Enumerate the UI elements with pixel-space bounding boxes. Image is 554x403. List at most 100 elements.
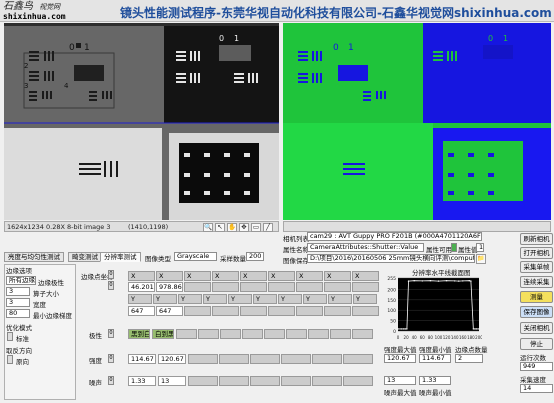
folder-icon[interactable]: 📁 <box>476 254 486 264</box>
camera-list-select[interactable]: cam29 : AVT Guppy PRO F201B (#000A470112… <box>307 232 482 241</box>
optimize-toggle[interactable] <box>7 332 13 341</box>
x-tick-label: 160 <box>459 335 467 340</box>
tab-brightness[interactable]: 亮度与均匀性测试 <box>4 252 64 262</box>
polarity-row-label: 极性 <box>89 332 102 340</box>
target-digit: 2 <box>24 62 28 70</box>
width-field[interactable]: 3 <box>6 298 30 307</box>
edge-mode-select[interactable]: 所有边缘 <box>6 276 36 285</box>
polarity-index[interactable]: 0 <box>108 329 114 338</box>
camera-image-view[interactable]: 0 1 2 3 4 0 1 <box>4 23 279 220</box>
profile-point <box>458 280 460 282</box>
coords-y-header: Y <box>203 294 227 304</box>
logo-text: 石鑫鸟 <box>3 1 33 12</box>
profile-point <box>429 280 432 282</box>
target-digit: 1 <box>348 43 354 53</box>
noise-empty-cell <box>281 376 311 386</box>
profile-point <box>402 328 405 330</box>
coords-empty-cell <box>240 306 267 316</box>
filter-width-field[interactable]: 3 <box>6 287 30 296</box>
noise-cell: 13 <box>158 376 186 386</box>
false-color-view[interactable]: 0 1 0 1 <box>283 23 551 220</box>
image-type-select[interactable]: Grayscale <box>174 252 217 261</box>
edge-count-value: 2 <box>455 354 483 363</box>
polarity-empty-cell <box>286 329 307 339</box>
coords-x-header: X <box>156 271 183 281</box>
stop-button[interactable]: 停止 <box>520 338 553 350</box>
profile-point <box>454 280 456 282</box>
coords-empty-cell <box>324 306 351 316</box>
x-tick-label: 60 <box>420 335 426 340</box>
image-status-bar: 1624x1234 0.28X 8-bit image 3 (1410,1198… <box>4 221 279 232</box>
target-digit: 3 <box>24 82 28 90</box>
grab-single-button[interactable]: 采集单帧 <box>520 261 553 273</box>
zoom-icon[interactable]: 🔍 <box>203 223 213 232</box>
coords-empty-cell <box>184 306 211 316</box>
polarity-empty-cell <box>330 329 351 339</box>
coords-x-header: X <box>212 271 239 281</box>
strength-index[interactable]: 0 <box>108 354 114 363</box>
min-strength-result-label: 强度最小值 <box>419 346 452 354</box>
tab-resolution[interactable]: 分辨率测试 <box>100 252 141 262</box>
line-icon[interactable]: ╱ <box>263 223 273 232</box>
pan-icon[interactable]: ✥ <box>239 223 249 232</box>
coords-index[interactable]: 0 <box>108 281 114 290</box>
coords-x-header: X <box>128 271 155 281</box>
edge-options-label: 边缘选项 <box>6 267 32 275</box>
refresh-camera-button[interactable]: 刷新相机 <box>520 233 553 245</box>
coords-empty-cell <box>352 282 379 292</box>
optimize-label: 优化模式 <box>6 324 32 332</box>
coords-empty-cell <box>212 282 239 292</box>
coords-empty-cell <box>240 282 267 292</box>
sample-count-field[interactable]: 200 <box>246 252 264 261</box>
direction-toggle[interactable] <box>7 355 13 364</box>
min-strength-label: 最小边缘梯度 <box>33 312 72 320</box>
direction-value: 原向 <box>16 358 29 366</box>
save-image-button[interactable]: 保存图像 <box>520 306 553 318</box>
save-path-label: 图像保存 <box>283 257 309 265</box>
attr-value-field[interactable]: 10 <box>476 243 484 252</box>
profile-point <box>475 328 478 330</box>
noise-index[interactable]: 0 <box>108 376 114 385</box>
target-digit: 0 <box>69 43 75 53</box>
profile-point <box>478 328 480 330</box>
coords-x-header: X <box>296 271 323 281</box>
run-count-value: 949 <box>520 362 553 371</box>
target-digit: 4 <box>64 82 69 90</box>
y-tick-label: 150 <box>387 298 396 304</box>
strength-empty-cell <box>250 354 280 364</box>
x-tick-label: 80 <box>428 335 434 340</box>
target-digit: 0 <box>333 43 339 53</box>
hand-icon[interactable]: ✋ <box>227 223 237 232</box>
camera-image: 0 1 2 3 4 0 1 <box>4 23 279 220</box>
filter-width-label: 算子大小 <box>33 290 59 298</box>
x-tick-label: 140 <box>451 335 459 340</box>
attr-name-field[interactable]: CameraAttributes::Shutter::Value <box>307 243 424 252</box>
coords-y-header: Y <box>178 294 202 304</box>
continuous-grab-button[interactable]: 连续采集 <box>520 276 553 288</box>
coords-x-header: X <box>268 271 295 281</box>
coords-index[interactable]: 0 <box>108 270 114 279</box>
coords-empty-cell <box>324 282 351 292</box>
sample-count-label: 采样数量 <box>220 255 246 263</box>
rect-icon[interactable]: ▭ <box>251 223 261 232</box>
polarity-label: 边缘极性 <box>38 279 64 287</box>
noise-empty-cell <box>250 376 280 386</box>
tab-distortion[interactable]: 畸变测试 <box>68 252 102 262</box>
profile-point <box>400 328 402 330</box>
profile-point <box>472 328 475 330</box>
coords-x-header: X <box>324 271 351 281</box>
polarity-cell: 白到黑 <box>152 329 174 339</box>
save-path-field[interactable]: D:\项目\2016\20160506 25mm镜头横向评测\computar\ <box>307 254 475 263</box>
open-camera-button[interactable]: 打开相机 <box>520 247 553 259</box>
target-digit: 1 <box>503 34 508 43</box>
coords-y-value: 647 <box>128 306 155 316</box>
select-icon[interactable]: ↖ <box>215 223 225 232</box>
measure-button[interactable]: 测量 <box>520 291 553 303</box>
min-strength-field[interactable]: 80 <box>6 309 30 318</box>
coords-y-header: Y <box>253 294 277 304</box>
y-tick-label: 50 <box>390 319 396 325</box>
profile-chart: 2552001501005000 20 40 60 80 100 120 140 160 180 2… <box>387 276 482 340</box>
close-camera-button[interactable]: 关闭相机 <box>520 322 553 334</box>
noise-empty-cell <box>312 376 342 386</box>
coords-empty-cell <box>184 282 211 292</box>
